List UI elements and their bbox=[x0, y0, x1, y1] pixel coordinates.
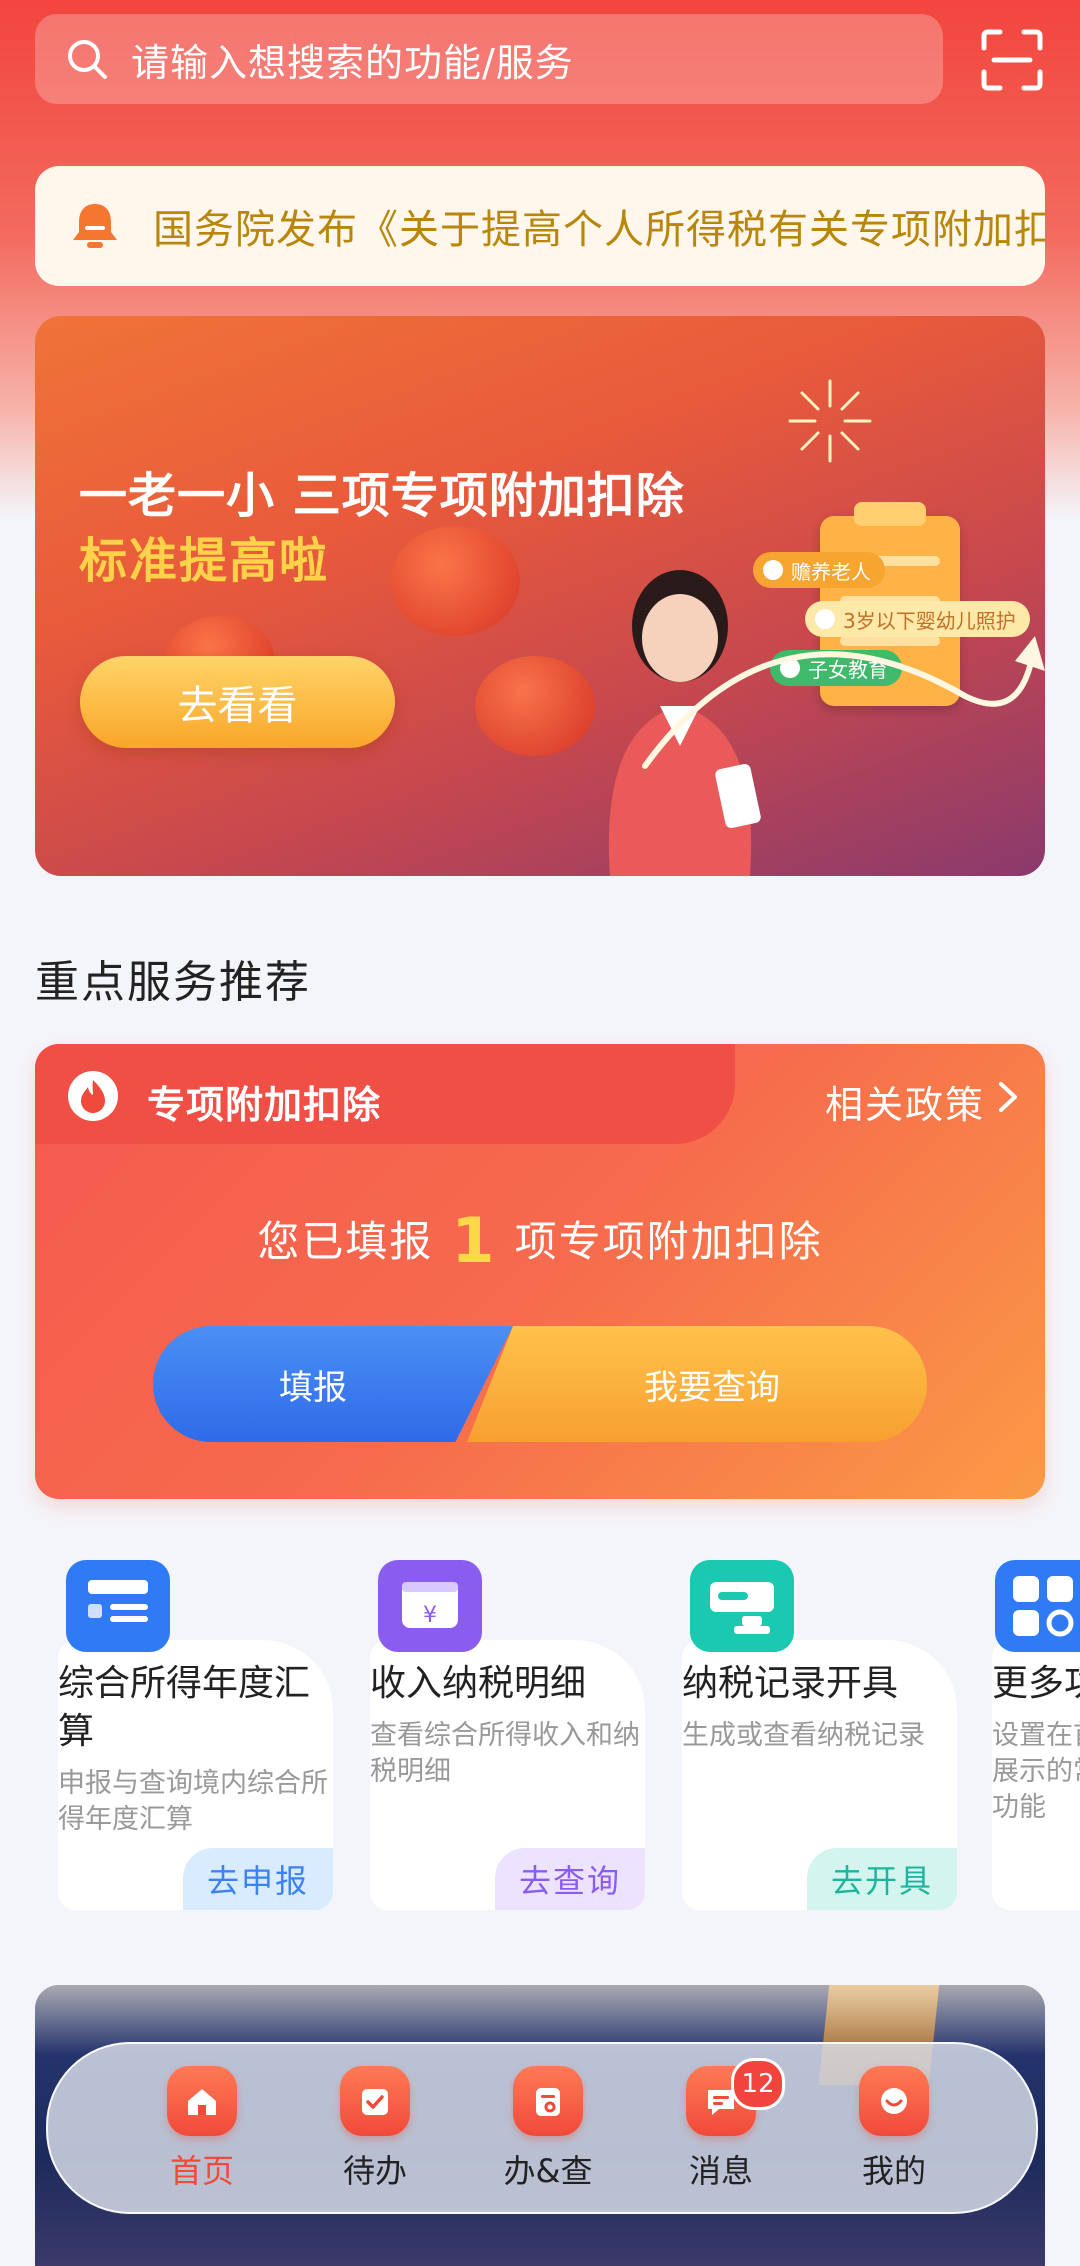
section-title: 重点服务推荐 bbox=[35, 957, 311, 1008]
annual-summary-icon bbox=[66, 1560, 170, 1652]
msg-prefix: 您已填报 bbox=[257, 1217, 434, 1266]
issue-record-button[interactable]: 去开具 bbox=[807, 1848, 957, 1910]
arrow-swoosh bbox=[642, 636, 1045, 769]
nav-home[interactable]: 首页 bbox=[132, 2066, 272, 2192]
declare-button[interactable]: 去申报 bbox=[183, 1848, 333, 1910]
filed-count-message: 您已填报 1 项专项附加扣除 bbox=[35, 1204, 1045, 1277]
lantern-decoration bbox=[390, 526, 520, 636]
todo-icon bbox=[340, 2066, 410, 2136]
home-icon bbox=[167, 2066, 237, 2136]
service-income-detail[interactable]: ¥ 收入纳税明细 查看综合所得收入和纳税明细 去查询 bbox=[370, 1560, 645, 1910]
service-name: 综合所得年度汇算 bbox=[58, 1663, 311, 1752]
firework-icon bbox=[788, 379, 872, 463]
message-badge: 12 bbox=[731, 2058, 785, 2110]
service-desc: 申报与查询境内综合所得年度汇算 bbox=[58, 1768, 328, 1835]
scan-icon[interactable] bbox=[980, 28, 1044, 92]
more-apps-icon bbox=[995, 1560, 1080, 1652]
banner-title: 一老一小 三项专项附加扣除 bbox=[79, 468, 685, 524]
search-bar[interactable]: 请输入想搜索的功能/服务 bbox=[35, 14, 943, 104]
nav-profile[interactable]: 我的 bbox=[824, 2066, 964, 2192]
chevron-right-icon[interactable] bbox=[995, 1080, 1023, 1114]
service-annual-summary[interactable]: 综合所得年度汇算 申报与查询境内综合所得年度汇算 去申报 bbox=[58, 1560, 333, 1910]
banner-subtitle: 标准提高啦 bbox=[79, 533, 330, 589]
bottom-navigation: 首页 待办 办&查 12 消息 我的 bbox=[46, 2042, 1038, 2214]
bell-icon bbox=[73, 204, 117, 248]
service-tax-record[interactable]: 纳税记录开具 生成或查看纳税记录 去开具 bbox=[682, 1560, 957, 1910]
income-detail-icon: ¥ bbox=[378, 1560, 482, 1652]
handle-query-icon bbox=[513, 2066, 583, 2136]
card-header bbox=[35, 1044, 735, 1144]
nav-messages[interactable]: 12 消息 bbox=[651, 2058, 791, 2192]
search-placeholder: 请输入想搜索的功能/服务 bbox=[131, 40, 574, 85]
promo-banner[interactable]: 一老一小 三项专项附加扣除 标准提高啦 去看看 赡养老人 3岁以下婴幼儿照护 子… bbox=[35, 316, 1045, 876]
fill-report-button[interactable]: 填报 bbox=[153, 1326, 513, 1442]
query-button[interactable]: 我要查询 bbox=[467, 1326, 927, 1442]
notice-bar[interactable]: 国务院发布《关于提高个人所得税有关专项附加扣除标准的通知》 bbox=[35, 166, 1045, 286]
service-name: 收入纳税明细 bbox=[370, 1663, 587, 1704]
filed-count: 1 bbox=[451, 1204, 497, 1277]
service-name: 更多功能 bbox=[992, 1663, 1080, 1704]
service-desc: 查看综合所得收入和纳税明细 bbox=[370, 1720, 640, 1787]
special-deduction-card: 专项附加扣除 相关政策 您已填报 1 项专项附加扣除 我要查询 填报 bbox=[35, 1044, 1045, 1499]
nav-todo[interactable]: 待办 bbox=[305, 2066, 445, 2192]
service-desc: 设置在首页展示的常用功能 bbox=[992, 1720, 1080, 1823]
tax-record-icon bbox=[690, 1560, 794, 1652]
svg-text:¥: ¥ bbox=[423, 1603, 437, 1628]
service-more[interactable]: 更多功能 设置在首页展示的常用功能 bbox=[992, 1560, 1080, 1910]
search-icon bbox=[68, 40, 107, 79]
fire-icon bbox=[68, 1071, 118, 1121]
msg-suffix: 项专项附加扣除 bbox=[514, 1217, 823, 1266]
card-title: 专项附加扣除 bbox=[147, 1083, 382, 1127]
go-see-button[interactable]: 去看看 bbox=[80, 656, 395, 748]
query-detail-button[interactable]: 去查询 bbox=[495, 1848, 645, 1910]
nav-handle-query[interactable]: 办&查 bbox=[478, 2066, 618, 2192]
notice-text: 国务院发布《关于提高个人所得税有关专项附加扣除标准的通知》 bbox=[153, 207, 1045, 253]
service-desc: 生成或查看纳税记录 bbox=[682, 1720, 925, 1751]
profile-icon bbox=[859, 2066, 929, 2136]
service-name: 纳税记录开具 bbox=[682, 1663, 899, 1704]
related-policy-link[interactable]: 相关政策 bbox=[825, 1074, 985, 1129]
